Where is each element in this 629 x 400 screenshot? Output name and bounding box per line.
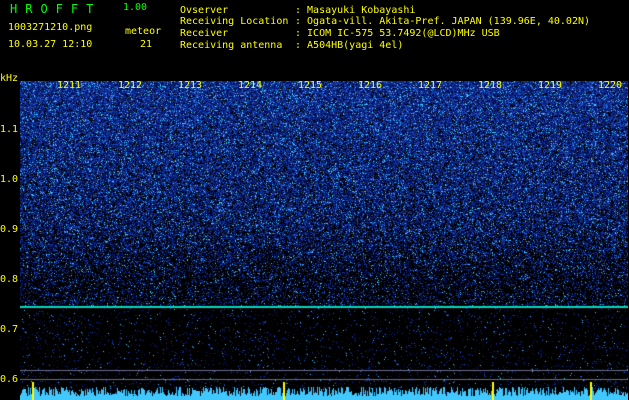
y-tick: 0.9 xyxy=(0,224,19,235)
meteor-count: 21 xyxy=(140,39,153,50)
x-tick: 1218 xyxy=(478,80,503,91)
timestamp: 10.03.27 12:10 xyxy=(8,39,93,50)
meteor-label: meteor xyxy=(125,26,162,37)
antenna-value: : A504HB(yagi 4el) xyxy=(295,40,404,51)
x-tick: 1212 xyxy=(118,80,143,91)
y-tick: 0.6 xyxy=(0,374,19,385)
spectrogram-canvas xyxy=(20,81,628,400)
x-tick: 1215 xyxy=(298,80,323,91)
app-version: 1.00 xyxy=(123,2,148,13)
x-tick: 1216 xyxy=(358,80,383,91)
app-title: HROFFT xyxy=(10,2,102,16)
receiver-key: Receiver xyxy=(180,28,229,39)
x-tick: 1220 xyxy=(598,80,623,91)
x-tick: 1213 xyxy=(178,80,203,91)
x-tick: 1211 xyxy=(57,80,82,91)
y-tick: 1.1 xyxy=(0,124,19,135)
y-tick: 1.0 xyxy=(0,174,19,185)
y-tick: 0.8 xyxy=(0,274,19,285)
receiver-value: : ICOM IC-575 53.7492(@LCD)MHz USB xyxy=(295,28,500,39)
x-tick: 1219 xyxy=(538,80,563,91)
x-tick: 1214 xyxy=(238,80,263,91)
location-key: Receiving Location xyxy=(180,16,289,27)
observer-value: : Masayuki Kobayashi xyxy=(295,5,416,16)
y-tick: 0.7 xyxy=(0,324,19,335)
observer-key: Ovserver xyxy=(180,5,229,16)
antenna-key: Receiving antenna xyxy=(180,40,283,51)
x-tick: 1217 xyxy=(418,80,443,91)
y-axis-unit: kHz xyxy=(0,73,19,84)
file-name: 1003271210.png xyxy=(8,22,93,33)
location-value: : Ogata-vill. Akita-Pref. JAPAN (139.96E… xyxy=(295,16,591,27)
